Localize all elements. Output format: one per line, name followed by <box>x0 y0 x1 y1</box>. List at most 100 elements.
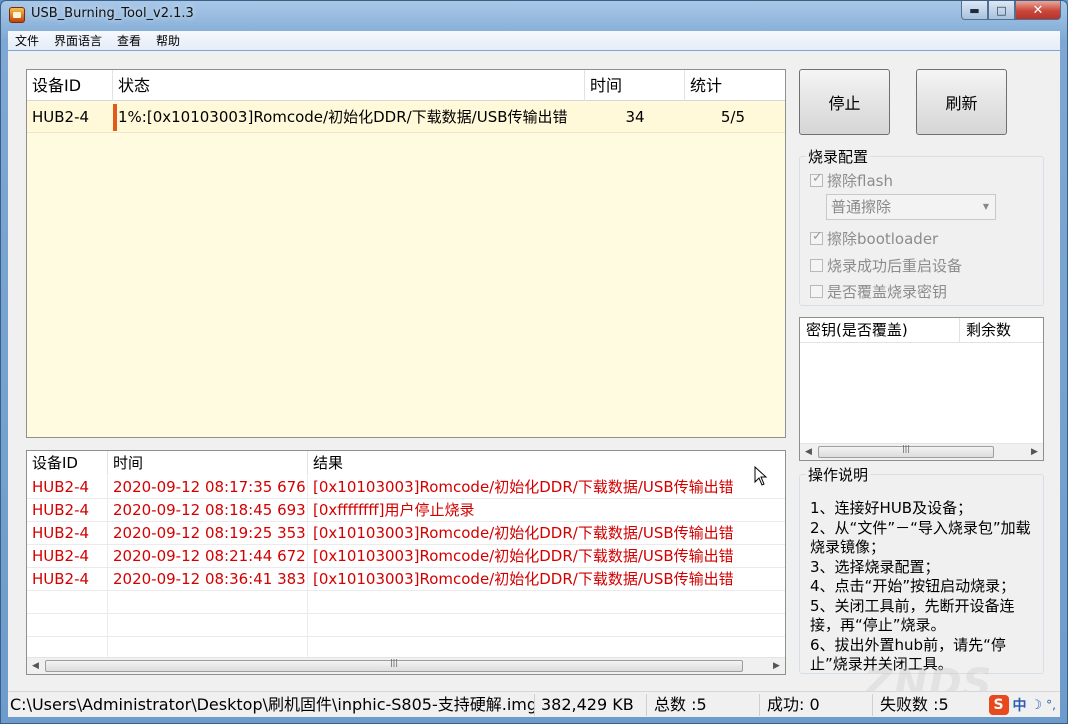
minimize-button[interactable]: ▬ <box>961 1 988 20</box>
log-row[interactable]: HUB2-4 2020-09-12 08:19:25 353 [0x101030… <box>27 522 785 545</box>
log-row[interactable]: HUB2-4 2020-09-12 08:36:41 383 [0x101030… <box>27 568 785 591</box>
scroll-thumb[interactable]: ||| <box>818 444 994 458</box>
status-file-size: 382,429 KB <box>541 694 647 716</box>
scroll-right-icon[interactable]: ▶ <box>1026 444 1043 460</box>
menu-file[interactable]: 文件 <box>8 32 47 49</box>
erase-bootloader-checkbox[interactable]: 擦除bootloader <box>810 228 938 249</box>
log-row-empty <box>27 614 785 637</box>
client-area: 设备ID 状态 时间 统计 HUB2-4 1%:[0x10103003]Romc… <box>8 51 1060 717</box>
device-time: 34 <box>625 108 645 126</box>
overwrite-key-checkbox[interactable]: 是否覆盖烧录密钥 <box>810 281 947 302</box>
status-bar: C:\Users\Administrator\Desktop\刷机固件\inph… <box>8 691 1060 717</box>
status-fail: 失败数 :5 <box>880 695 949 714</box>
erase-mode-value: 普通擦除 <box>831 198 892 216</box>
column-device-id[interactable]: 设备ID <box>27 70 113 101</box>
instruction-line: 3、选择烧录配置； <box>810 557 940 576</box>
instruction-line: 1、连接好HUB及设备； <box>810 499 973 517</box>
scroll-right-icon[interactable]: ▶ <box>768 658 785 674</box>
log-device-id: HUB2-4 <box>27 476 108 499</box>
device-id: HUB2-4 <box>32 108 90 126</box>
log-row-empty <box>27 591 785 614</box>
window-title: USB_Burning_Tool_v2.1.3 <box>31 6 194 21</box>
device-status: 1%:[0x10103003]Romcode/初始化DDR/下载数据/USB传输… <box>118 108 568 126</box>
scroll-left-icon[interactable]: ◀ <box>27 658 44 674</box>
status-success: 成功: 0 <box>767 694 873 716</box>
instruction-line: 5、关闭工具前，先断开设备连接，再“停止”烧录。 <box>810 596 1015 635</box>
status-total: 总数 :5 <box>654 694 760 716</box>
log-time: 2020-09-12 08:36:41 383 <box>108 568 308 591</box>
scroll-thumb[interactable]: ||| <box>45 658 743 672</box>
log-time: 2020-09-12 08:17:35 676 <box>108 476 308 499</box>
log-time: 2020-09-12 08:19:25 353 <box>108 522 308 545</box>
title-bar[interactable]: USB_Burning_Tool_v2.1.3 ▬ □ ✕ <box>1 1 1067 31</box>
empty-cell <box>108 591 308 614</box>
mouse-cursor-icon <box>754 466 768 486</box>
burn-config-title: 烧录配置 <box>806 146 871 167</box>
log-device-id: HUB2-4 <box>27 522 108 545</box>
log-result: [0x10103003]Romcode/初始化DDR/下载数据/USB传输出错 <box>313 547 734 565</box>
instruction-line: 2、从“文件”－“导入烧录包”加载烧录镜像； <box>810 518 1031 557</box>
stop-button[interactable]: 停止 <box>799 69 890 135</box>
menu-bar: 文件 界面语言 查看 帮助 <box>8 31 1060 50</box>
instructions-text: 1、连接好HUB及设备； 2、从“文件”－“导入烧录包”加载烧录镜像； 3、选择… <box>810 499 1038 675</box>
menu-view[interactable]: 查看 <box>110 32 149 49</box>
log-column-result[interactable]: 结果 <box>308 451 785 475</box>
app-window: USB_Burning_Tool_v2.1.3 ▬ □ ✕ 文件 界面语言 查看… <box>0 0 1068 724</box>
log-result: [0xffffffff]用户停止烧录 <box>313 501 475 519</box>
log-time: 2020-09-12 08:21:44 672 <box>108 545 308 568</box>
checkbox-icon <box>810 259 823 272</box>
device-row[interactable]: HUB2-4 1%:[0x10103003]Romcode/初始化DDR/下载数… <box>27 102 785 133</box>
log-time: 2020-09-12 08:18:45 693 <box>108 499 308 522</box>
menu-language[interactable]: 界面语言 <box>47 32 110 49</box>
column-key[interactable]: 密钥(是否覆盖) <box>800 318 960 343</box>
log-row[interactable]: HUB2-4 2020-09-12 08:21:44 672 [0x101030… <box>27 545 785 568</box>
ime-language[interactable]: 中 <box>1013 695 1027 715</box>
burn-config-group: 烧录配置 擦除flash 普通擦除 ▼ 擦除bootloader 烧录成功后重启… <box>799 146 1044 306</box>
instruction-line: 4、点击“开始”按钮启动烧录； <box>810 577 1016 595</box>
erase-flash-checkbox[interactable]: 擦除flash <box>810 170 893 191</box>
log-result: [0x10103003]Romcode/初始化DDR/下载数据/USB传输出错 <box>313 570 734 588</box>
reboot-after-label: 烧录成功后重启设备 <box>827 257 963 275</box>
log-result: [0x10103003]Romcode/初始化DDR/下载数据/USB传输出错 <box>313 524 734 542</box>
device-stats: 5/5 <box>720 108 745 126</box>
checkbox-checked-icon <box>810 171 823 187</box>
app-icon[interactable] <box>9 7 25 23</box>
column-stats[interactable]: 统计 <box>685 70 785 101</box>
progress-bar <box>113 104 117 131</box>
overwrite-key-label: 是否覆盖烧录密钥 <box>827 283 948 301</box>
device-table[interactable]: 设备ID 状态 时间 统计 HUB2-4 1%:[0x10103003]Romc… <box>26 69 786 438</box>
key-list-scrollbar[interactable]: ◀ ||| ▶ <box>800 443 1043 460</box>
column-time[interactable]: 时间 <box>585 70 685 101</box>
ime-toolbar[interactable]: S 中 ☽ °, <box>988 694 1056 716</box>
instructions-group: 操作说明 1、连接好HUB及设备； 2、从“文件”－“导入烧录包”加载烧录镜像；… <box>799 464 1044 675</box>
log-row[interactable]: HUB2-4 2020-09-12 08:18:45 693 [0xffffff… <box>27 499 785 522</box>
column-status[interactable]: 状态 <box>113 70 585 101</box>
maximize-button[interactable]: □ <box>988 1 1015 20</box>
log-column-time[interactable]: 时间 <box>108 451 308 475</box>
log-table[interactable]: 设备ID 时间 结果 HUB2-4 2020-09-12 08:17:35 67… <box>26 450 786 675</box>
status-file-path: C:\Users\Administrator\Desktop\刷机固件\inph… <box>10 694 535 716</box>
log-scrollbar[interactable]: ◀ ||| ▶ <box>27 657 785 674</box>
punctuation-icon[interactable]: °, <box>1046 698 1056 712</box>
empty-cell <box>108 614 308 637</box>
instructions-title: 操作说明 <box>806 464 871 485</box>
key-list[interactable]: 密钥(是否覆盖) 剩余数 ◀ ||| ▶ <box>799 317 1044 461</box>
column-remaining[interactable]: 剩余数 <box>960 318 1043 343</box>
checkbox-icon <box>810 285 823 298</box>
moon-icon[interactable]: ☽ <box>1031 698 1043 713</box>
log-device-id: HUB2-4 <box>27 499 108 522</box>
empty-cell <box>27 591 108 614</box>
refresh-button[interactable]: 刷新 <box>916 69 1007 135</box>
reboot-after-checkbox[interactable]: 烧录成功后重启设备 <box>810 255 962 276</box>
erase-mode-select[interactable]: 普通擦除 ▼ <box>826 194 996 220</box>
erase-flash-label: 擦除flash <box>827 172 893 190</box>
close-button[interactable]: ✕ <box>1015 1 1061 20</box>
menu-help[interactable]: 帮助 <box>149 32 188 49</box>
log-row[interactable]: HUB2-4 2020-09-12 08:17:35 676 [0x101030… <box>27 476 785 499</box>
chevron-down-icon: ▼ <box>982 202 990 211</box>
log-device-id: HUB2-4 <box>27 545 108 568</box>
checkbox-checked-icon <box>810 229 823 245</box>
scroll-left-icon[interactable]: ◀ <box>800 444 817 460</box>
ime-logo-icon[interactable]: S <box>988 695 1009 715</box>
log-column-device-id[interactable]: 设备ID <box>27 451 108 475</box>
